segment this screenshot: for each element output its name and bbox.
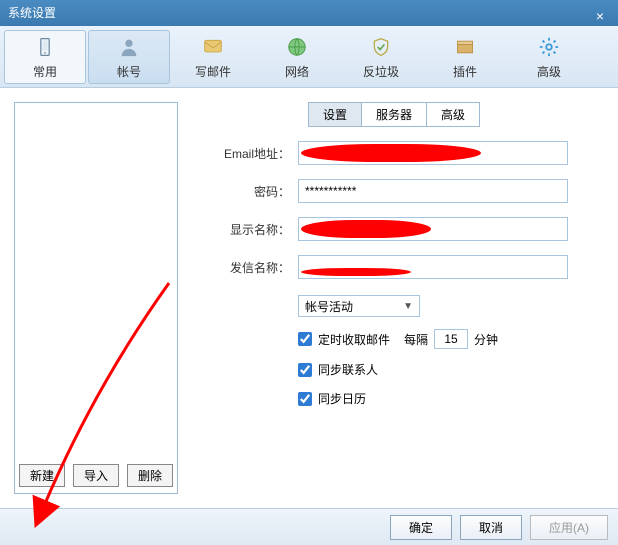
tab-advanced[interactable]: 高级 — [508, 30, 590, 84]
email-label: Email地址： — [190, 145, 290, 162]
sync-contacts-label: 同步联系人 — [318, 361, 378, 378]
timed-fetch-label: 定时收取邮件 — [318, 331, 390, 348]
tab-label: 帐号 — [117, 63, 141, 80]
apply-button[interactable]: 应用(A) — [530, 515, 608, 540]
tab-label: 反垃圾 — [363, 63, 399, 80]
delete-button[interactable]: 删除 — [127, 464, 173, 487]
import-button[interactable]: 导入 — [73, 464, 119, 487]
tab-label: 写邮件 — [195, 63, 231, 80]
account-list[interactable]: 新建 导入 删除 — [14, 102, 178, 494]
cancel-button[interactable]: 取消 — [460, 515, 522, 540]
tab-compose[interactable]: 写邮件 — [172, 30, 254, 84]
timed-fetch-checkbox[interactable] — [298, 332, 312, 346]
tab-label: 网络 — [285, 63, 309, 80]
person-icon — [117, 35, 141, 59]
new-button[interactable]: 新建 — [19, 464, 65, 487]
tab-network[interactable]: 网络 — [256, 30, 338, 84]
globe-icon — [285, 35, 309, 59]
close-icon[interactable]: × — [590, 3, 610, 23]
password-label: 密码： — [190, 183, 290, 200]
password-field[interactable] — [298, 179, 568, 203]
mail-icon — [201, 35, 225, 59]
tab-common[interactable]: 常用 — [4, 30, 86, 84]
interval-unit-label: 分钟 — [474, 331, 498, 348]
tab-label: 插件 — [453, 63, 477, 80]
ok-button[interactable]: 确定 — [390, 515, 452, 540]
inner-tab-settings[interactable]: 设置 — [308, 102, 362, 127]
sync-calendar-label: 同步日历 — [318, 390, 366, 407]
sync-calendar-checkbox[interactable] — [298, 392, 312, 406]
interval-every-label: 每隔 — [404, 331, 428, 348]
content-area: 新建 导入 删除 设置 服务器 高级 Email地址： 密码： 显示名称： — [0, 88, 618, 508]
tab-label: 高级 — [537, 63, 561, 80]
gear-icon — [537, 35, 561, 59]
tab-plugin[interactable]: 插件 — [424, 30, 506, 84]
email-field[interactable] — [298, 141, 568, 165]
inner-tab-advanced[interactable]: 高级 — [426, 102, 480, 127]
select-value: 帐号活动 — [305, 298, 353, 315]
titlebar: 系统设置 × — [0, 0, 618, 26]
window-title: 系统设置 — [8, 0, 56, 26]
toolbar: 常用 帐号 写邮件 网络 反垃圾 插件 高级 — [0, 26, 618, 88]
account-activity-select[interactable]: 帐号活动 ▼ — [298, 295, 420, 317]
tab-label: 常用 — [33, 63, 57, 80]
tab-antispam[interactable]: 反垃圾 — [340, 30, 422, 84]
phone-icon — [33, 35, 57, 59]
interval-input[interactable] — [434, 329, 468, 349]
display-name-field[interactable] — [298, 217, 568, 241]
display-name-label: 显示名称： — [190, 221, 290, 238]
shield-icon — [369, 35, 393, 59]
footer: 确定 取消 应用(A) — [0, 508, 618, 545]
sync-contacts-checkbox[interactable] — [298, 363, 312, 377]
settings-panel: 设置 服务器 高级 Email地址： 密码： 显示名称： 发信名称： — [190, 102, 604, 494]
inner-tab-server[interactable]: 服务器 — [361, 102, 427, 127]
chevron-down-icon: ▼ — [403, 301, 413, 312]
tab-account[interactable]: 帐号 — [88, 30, 170, 84]
sender-name-field[interactable] — [298, 255, 568, 279]
box-icon — [453, 35, 477, 59]
sender-name-label: 发信名称： — [190, 259, 290, 276]
